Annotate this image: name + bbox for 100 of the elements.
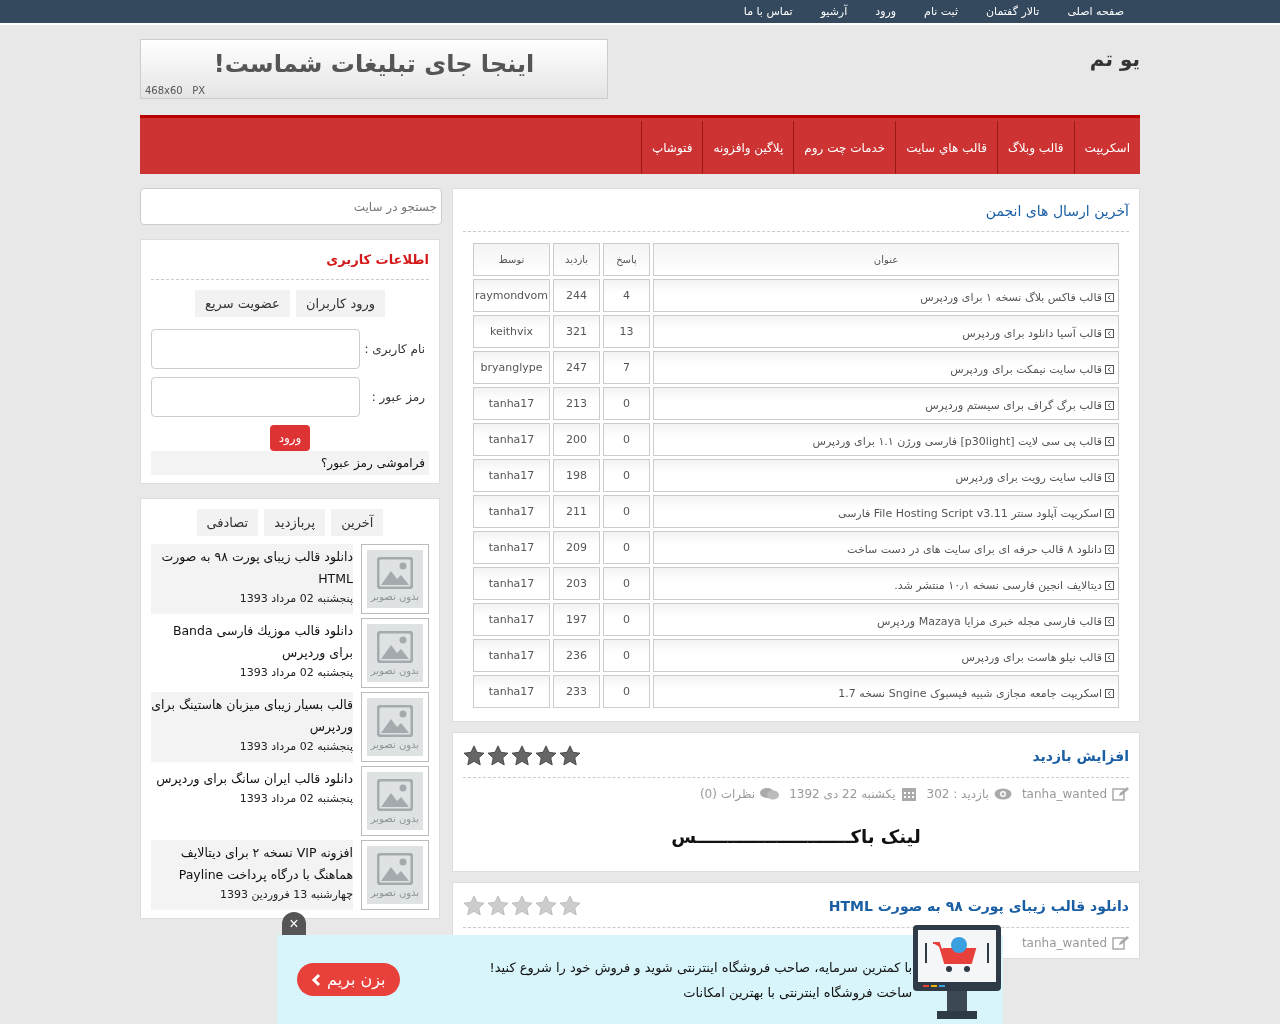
post-meta-text: نظرات (0) [699, 787, 756, 801]
author-cell: tanha17 [473, 459, 550, 492]
sidebar-post-title[interactable]: دانلود قالب ایران سانگ برای وردپرس [151, 768, 353, 790]
post-meta-text: یکشنبه 22 دی 1392 [789, 787, 896, 801]
replies-cell: 0 [603, 423, 650, 456]
arrow-box-icon [1105, 617, 1114, 626]
star-icon [535, 745, 557, 767]
replies-cell: 0 [603, 567, 650, 600]
arrow-box-icon [1105, 509, 1114, 518]
views-cell: 200 [553, 423, 600, 456]
site-logo: یو تم [1089, 47, 1140, 71]
star-icon [535, 895, 557, 917]
author-cell: tanha17 [473, 567, 550, 600]
views-cell: 247 [553, 351, 600, 384]
login-button[interactable]: ورود [269, 425, 311, 451]
go-button[interactable]: بزن بریم [297, 963, 400, 996]
user-box-title: اطلاعات کاربری [326, 252, 429, 267]
nav-item[interactable]: خدمات چت روم [793, 121, 896, 174]
search-field[interactable]: جستجو در سایت [140, 188, 442, 225]
posts-tab[interactable]: آخرین [331, 509, 384, 536]
topic-title-cell[interactable]: اسکریپت جامعه مجازی شبیه فیسبوک Sngine نسخه 1.7 [653, 675, 1119, 708]
posts-tab[interactable]: پربازدید [264, 509, 326, 536]
replies-cell: 7 [603, 351, 650, 384]
views-cell: 209 [553, 531, 600, 564]
author-cell: tanha17 [473, 495, 550, 528]
topic-title-cell[interactable]: قالب سایت رویت برای وردپرس [653, 459, 1119, 492]
topic-title-cell[interactable]: قالب برگ گراف برای سیستم وردپرس [653, 387, 1119, 420]
no-image-label: بدون تصویر [370, 738, 420, 750]
forum-title: آخرین ارسال های انجمن [463, 195, 1129, 232]
nav-item[interactable]: قالب وبلاگ [996, 121, 1074, 174]
author-cell: keithvix [473, 315, 550, 348]
sidebar-post-date: پنجشنبه 02 مرداد 1393 [238, 740, 353, 753]
no-image-label: بدون تصویر [370, 812, 420, 824]
replies-cell: 0 [603, 675, 650, 708]
edit-icon [1112, 787, 1129, 801]
ad-text: اینجا جای تبلیغات شماست! [212, 50, 536, 78]
image-icon [377, 704, 413, 737]
views-cell: 203 [553, 567, 600, 600]
top-menu-link[interactable]: ثبت نام [924, 5, 958, 18]
password-label: رمز عبور : [371, 390, 426, 404]
nav-item[interactable]: فتوشاپ [640, 121, 703, 174]
post-title[interactable]: افزایش بازدید [1032, 748, 1129, 764]
topic-title-cell[interactable]: قالب نیلو هاست برای وردپرس [653, 639, 1119, 672]
star-icon [511, 745, 533, 767]
arrow-box-icon [1105, 473, 1114, 482]
image-icon [377, 630, 413, 663]
posts-tab[interactable]: تصادفی [196, 509, 259, 536]
sidebar-post-date: پنجشنبه 02 مرداد 1393 [238, 666, 353, 679]
close-button[interactable]: × [282, 912, 306, 936]
replies-cell: 0 [603, 639, 650, 672]
author-cell: tanha17 [473, 639, 550, 672]
promo-text: با کمترین سرمایه، صاحب فروشگاه اینترنتی شوید و فروش خود را شروع کنید! [489, 959, 913, 975]
author-cell: tanha17 [473, 387, 550, 420]
topic-title-cell[interactable]: قالب فاکس بلاگ نسخه ۱ برای وردپرس [653, 279, 1119, 312]
views-cell: 213 [553, 387, 600, 420]
user-tab[interactable]: ورود کاربران [295, 290, 385, 317]
nav-item[interactable]: پلاگین وافزونه [702, 121, 794, 174]
username-field[interactable] [151, 329, 360, 369]
no-image-label: بدون تصویر [370, 664, 420, 676]
views-cell: 197 [553, 603, 600, 636]
sidebar-post-title[interactable]: دانلود قالب زیبای پورت ۹۸ به صورت HTML [151, 546, 353, 590]
author-cell: tanha17 [473, 603, 550, 636]
sidebar-post-title[interactable]: افزونه VIP نسخه ۲ برای دیتالایف هماهنگ با درگاه پرداخت Payline [151, 842, 353, 886]
forgot-password-link[interactable]: فراموشی رمز عبور؟ [151, 451, 429, 475]
password-field[interactable] [151, 377, 360, 417]
post-body: لینک باکـــــــــــــــــــــــــس [670, 825, 922, 849]
arrow-box-icon [1105, 437, 1114, 446]
arrow-box-icon [1105, 653, 1114, 662]
edit-icon [1112, 936, 1129, 950]
replies-cell: 13 [603, 315, 650, 348]
promo-text: ساخت فروشگاه اینترنتی با بهترین امکانات [682, 984, 913, 1000]
arrow-box-icon [1105, 689, 1114, 698]
top-menu-link[interactable]: ورود [875, 5, 897, 18]
post-meta-text: tanha_wanted [1021, 787, 1107, 801]
post-title[interactable]: دانلود قالب زیبای پورت ۹۸ به صورت HTML [828, 898, 1129, 914]
user-tab[interactable]: عضویت سریع [195, 290, 290, 317]
author-cell: raymondvom [473, 279, 550, 312]
sidebar-post-title[interactable]: دانلود قالب موزیك فارسی Banda برای وردپرس [151, 620, 353, 664]
topic-title-cell[interactable]: قالب آسیا دانلود برای وردپرس [653, 315, 1119, 348]
author-cell: bryanglype [473, 351, 550, 384]
views-cell: 233 [553, 675, 600, 708]
topic-title-cell[interactable]: قالب پی سی لایت [p30light] فارسی ورژن ۱.۱ برای وردپرس [653, 423, 1119, 456]
top-menu-link[interactable]: تماس با ما [743, 5, 793, 18]
topic-title-cell[interactable]: قالب فارسی مجله خبری مزایا Mazaya وردپرس [653, 603, 1119, 636]
nav-item[interactable]: قالب هاي سايت [895, 121, 997, 174]
column-header: پاسخ [603, 243, 650, 276]
sidebar-post-title[interactable]: قالب بسیار زیبای میزبان هاستینگ برای وردپرس [151, 694, 353, 738]
post-meta-text: بازدید : 302 [926, 787, 989, 801]
calendar-icon [900, 786, 917, 802]
replies-cell: 0 [603, 459, 650, 492]
topic-title-cell[interactable]: دانلود ۸ قالب حرفه ای برای سایت های در دست ساخت [653, 531, 1119, 564]
nav-item[interactable]: اسکریپت [1073, 121, 1140, 174]
topic-title-cell[interactable]: دیتالایف انجین فارسی نسخه ۱۰٫۱ منتشر شد. [653, 567, 1119, 600]
column-header: توسط [473, 243, 550, 276]
top-menu-link[interactable]: آرشیو [820, 5, 848, 18]
topic-title-cell[interactable]: قالب سایت نیمکت برای وردپرس [653, 351, 1119, 384]
top-menu-link[interactable]: صفحه اصلی [1067, 5, 1124, 18]
top-menu-link[interactable]: تالار گفتمان [986, 5, 1040, 18]
topic-title-cell[interactable]: اسکریپت آپلود سنتر File Hosting Script v3.11 فارسی [653, 495, 1119, 528]
arrow-box-icon [1105, 545, 1114, 554]
